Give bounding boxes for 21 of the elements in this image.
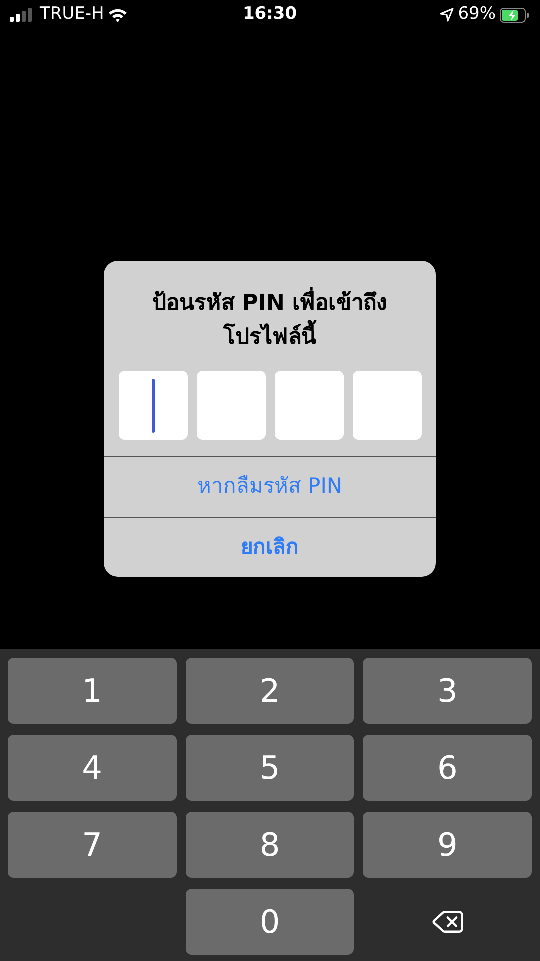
battery-percent: 69% — [458, 3, 496, 26]
location-arrow-icon — [440, 8, 454, 22]
carrier-name: TRUE-H — [40, 3, 104, 26]
digit-key[interactable]: 5 — [186, 735, 354, 801]
clock-time: 16:30 — [242, 3, 298, 26]
digit-key[interactable]: 0 — [186, 889, 354, 955]
digit-key[interactable]: 7 — [8, 812, 177, 878]
dialog-title: ป้อนรหัส PIN เพื่อเข้าถึงโปรไฟล์นี้ — [134, 287, 406, 355]
digit-key[interactable]: 9 — [363, 812, 532, 878]
pin-digit-field[interactable] — [118, 371, 188, 440]
digit-key[interactable]: 1 — [8, 658, 177, 724]
digit-key[interactable]: 2 — [186, 658, 354, 724]
digit-key[interactable]: 8 — [186, 812, 354, 878]
digit-key[interactable]: 6 — [363, 735, 532, 801]
battery-charging-icon — [500, 8, 530, 22]
pin-digit-field[interactable] — [352, 371, 422, 440]
digit-key[interactable]: 4 — [8, 735, 177, 801]
pin-digit-field[interactable] — [274, 371, 344, 440]
wifi-icon — [108, 8, 128, 22]
pin-digit-field[interactable] — [196, 371, 266, 440]
digit-key[interactable]: 3 — [363, 658, 532, 724]
